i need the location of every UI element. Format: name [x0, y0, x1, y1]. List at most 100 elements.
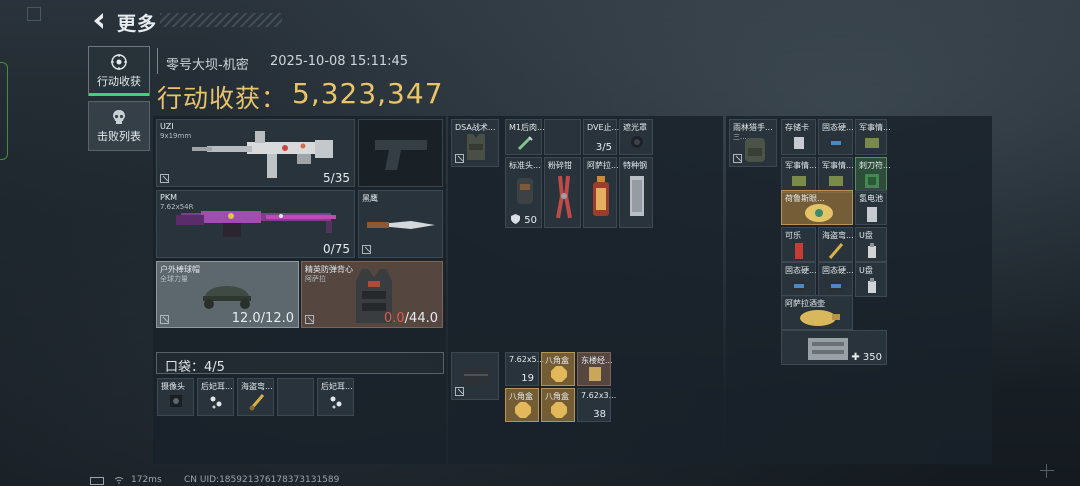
tab-kill-list[interactable]: 击败列表: [88, 101, 150, 151]
lens-hood-icon: [631, 136, 643, 148]
rig-item[interactable]: 遮光罩: [619, 119, 653, 155]
backpack-item[interactable]: U盘: [855, 227, 887, 262]
pocket-slot[interactable]: 海盗弯...: [237, 378, 274, 416]
rig-slot[interactable]: DSA战术...: [451, 119, 499, 167]
target-icon: [111, 54, 127, 70]
circuit-board-icon: [865, 174, 879, 188]
case-item[interactable]: 八角盒: [541, 388, 575, 422]
helmet-slot[interactable]: 户外棒球帽 全球力量 12.0/12.0: [156, 261, 299, 328]
steel-plate-icon: [630, 176, 644, 216]
tab-label: 行动收获: [97, 75, 141, 88]
item-name: 特种钢: [623, 161, 647, 170]
pocket-slot[interactable]: 后妃耳...: [317, 378, 354, 416]
horus-eye-icon: [805, 204, 833, 222]
rig-item[interactable]: M1后肉...: [505, 119, 545, 155]
backpack-item[interactable]: ✚ 350: [781, 330, 887, 365]
server-rack-icon: [808, 338, 848, 360]
backpack-item[interactable]: 固态硬...: [781, 262, 817, 297]
intel-folder-icon: [829, 176, 843, 186]
backpack-item[interactable]: 阿萨拉酒壶: [781, 295, 853, 330]
battery-status-icon: [90, 477, 104, 485]
case-item[interactable]: 八角盒: [505, 388, 539, 422]
pocket-slot-empty[interactable]: [277, 378, 314, 416]
item-name: 海盗弯...: [822, 231, 854, 240]
item-name: 粉碎钳: [548, 161, 572, 170]
rig-item[interactable]: 特种钢: [619, 157, 653, 228]
backpack-item[interactable]: 海盗弯...: [818, 227, 854, 262]
backpack-item[interactable]: U盘: [855, 262, 887, 297]
octagon-box-icon: [551, 402, 567, 418]
case-item[interactable]: 八角盒: [541, 352, 575, 386]
pocket-slot[interactable]: 摄像头: [157, 378, 194, 416]
crosshair-mark-icon: [1040, 464, 1054, 478]
backpack-slot[interactable]: 雨林猎手... 三...: [729, 119, 777, 167]
backpack-item[interactable]: 氢电池: [855, 190, 887, 225]
shield-icon: [511, 214, 520, 224]
wifi-icon: [114, 477, 124, 484]
ssd-icon: [792, 281, 806, 291]
pistol-slot[interactable]: [358, 119, 443, 187]
item-count: ✚ 350: [851, 352, 882, 363]
item-name: 可乐: [785, 231, 801, 240]
item-name: 存储卡: [785, 123, 809, 132]
backpack-item[interactable]: 荷鲁斯眼...: [781, 190, 853, 225]
backpack-item[interactable]: 刺刀符...: [855, 157, 891, 193]
earring-icon: [330, 396, 342, 409]
page-title: 更多: [117, 13, 158, 35]
smg-icon: [192, 131, 333, 178]
octagon-box-icon: [515, 402, 531, 418]
item-name: 固态硬...: [822, 123, 854, 132]
secondary-weapon-slot[interactable]: PKM 7.62x54R 0/75: [156, 190, 355, 258]
user-uid: CN UID:18592137617837313158​9: [184, 475, 340, 485]
item-name: 海盗弯...: [241, 382, 273, 391]
item-name: 军事情...: [785, 161, 817, 170]
haul-label: 行动收获：: [157, 84, 288, 113]
rig-item[interactable]: 阿萨拉...: [583, 157, 619, 228]
octagon-box-icon: [551, 366, 567, 382]
pocket-header: 口袋：4/5: [156, 352, 444, 375]
case-item[interactable]: 7.62x5... 19: [505, 352, 544, 386]
item-sub: 阿萨拉: [305, 275, 326, 283]
secured-tag-icon: [305, 315, 314, 324]
tab-action-haul[interactable]: 行动收获: [88, 46, 150, 96]
case-item[interactable]: 7.62x3... 38: [577, 388, 616, 422]
match-datetime: 2025-10-08 15:11:45: [270, 54, 409, 69]
backpack-item[interactable]: 固态硬...: [818, 262, 854, 297]
ammo-count: 0/75: [323, 242, 350, 256]
rig-item[interactable]: 标准头... 50: [505, 157, 542, 228]
backpack-item[interactable]: 军事情...: [855, 119, 891, 155]
item-name: 阿萨拉...: [587, 161, 619, 170]
secured-tag-icon: [733, 154, 742, 163]
item-name: 后妃耳...: [321, 382, 353, 391]
backpack-item[interactable]: 军事情...: [818, 157, 854, 193]
case-icon: [462, 366, 490, 385]
backpack-item[interactable]: 固态硬...: [818, 119, 854, 155]
secured-tag-icon: [455, 387, 464, 396]
secured-tag-icon: [455, 154, 464, 163]
item-sub: 全球力量: [160, 275, 188, 283]
machine-gun-icon: [176, 211, 336, 237]
pocket-slot[interactable]: 后妃耳...: [197, 378, 234, 416]
primary-weapon-slot[interactable]: UZI 9x19mm 5/35: [156, 119, 355, 187]
rig-item[interactable]: DVE止... 3/5: [583, 119, 619, 155]
armor-slot[interactable]: 精英防弹背心 阿萨拉 0.0/44.0: [301, 261, 443, 328]
case-slot[interactable]: [451, 352, 499, 400]
melee-slot[interactable]: 黑鹰: [358, 190, 443, 258]
backpack-item[interactable]: 可乐: [781, 227, 816, 262]
camera-icon: [170, 395, 182, 407]
side-handle[interactable]: [0, 62, 8, 160]
rig-item-empty[interactable]: [544, 119, 581, 155]
header-divider: [157, 48, 158, 74]
item-name: 刺刀符...: [859, 161, 891, 170]
usb-drive-icon: [868, 243, 876, 258]
backpack-item[interactable]: 军事情...: [781, 157, 817, 193]
backpack-icon: [745, 138, 765, 162]
back-button[interactable]: [88, 10, 110, 32]
skull-icon: [113, 110, 125, 124]
rig-item[interactable]: 粉碎钳: [544, 157, 581, 228]
item-name: 7.62x5...: [509, 355, 545, 364]
item-name: 摄像头: [161, 382, 185, 391]
item-name: 氢电池: [859, 194, 883, 203]
case-item[interactable]: 东楼经...: [577, 352, 613, 386]
backpack-item[interactable]: 存储卡: [781, 119, 816, 155]
